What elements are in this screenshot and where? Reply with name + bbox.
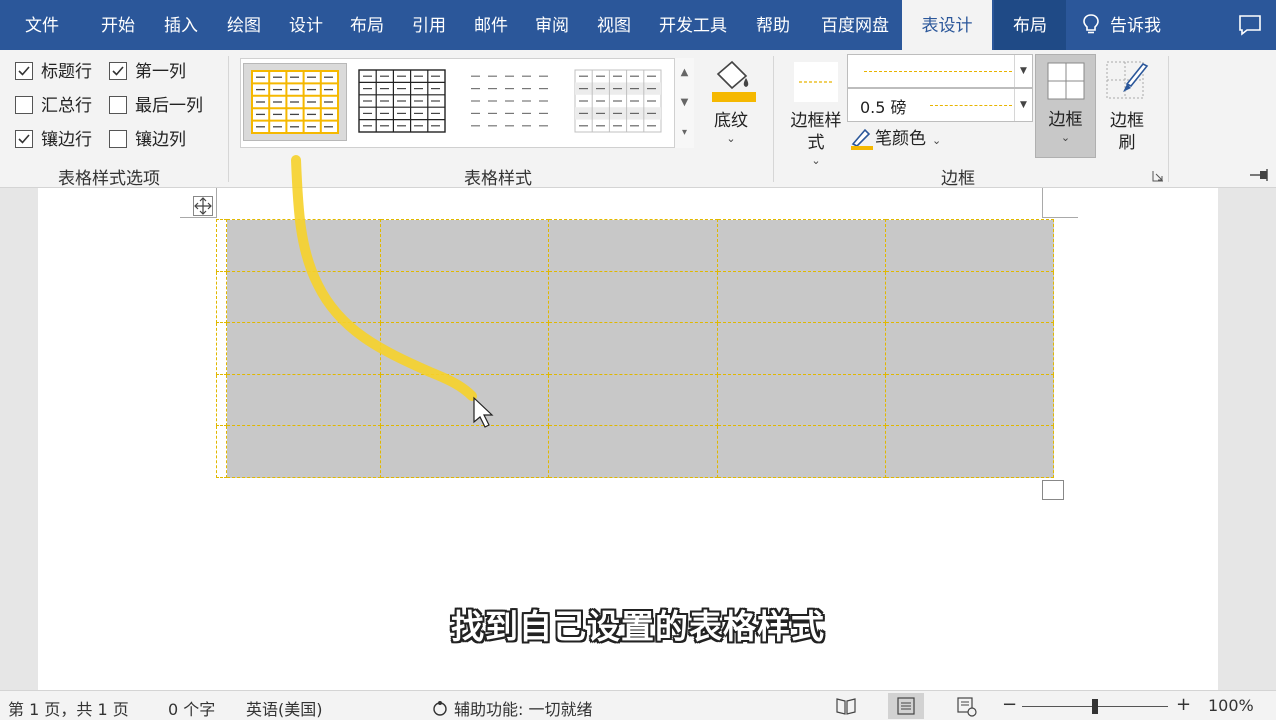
web-layout-button[interactable] <box>948 693 984 719</box>
status-language[interactable]: 英语(美国) <box>246 696 323 720</box>
print-layout-button[interactable] <box>888 693 924 719</box>
book-icon <box>836 698 856 715</box>
status-accessibility[interactable]: 辅助功能: 一切就绪 <box>430 696 592 720</box>
status-page-info[interactable]: 第 1 页，共 1 页 <box>8 696 129 720</box>
status-word-count[interactable]: 0 个字 <box>168 696 215 720</box>
print-layout-icon <box>897 697 915 715</box>
status-bar: 第 1 页，共 1 页 0 个字 英语(美国) 辅助功能: 一切就绪 − + 1… <box>0 690 1276 720</box>
highlighter-stroke <box>291 155 477 401</box>
web-layout-icon <box>957 697 977 717</box>
zoom-out-icon[interactable]: − <box>1002 694 1017 715</box>
video-subtitle: 找到自己设置的表格样式 <box>451 607 825 646</box>
zoom-in-icon[interactable]: + <box>1176 694 1191 715</box>
zoom-slider-thumb[interactable] <box>1092 699 1098 714</box>
mouse-cursor-icon <box>473 396 494 428</box>
accessibility-icon <box>433 701 447 716</box>
read-mode-button[interactable] <box>828 693 864 719</box>
zoom-level[interactable]: 100% <box>1208 696 1254 715</box>
